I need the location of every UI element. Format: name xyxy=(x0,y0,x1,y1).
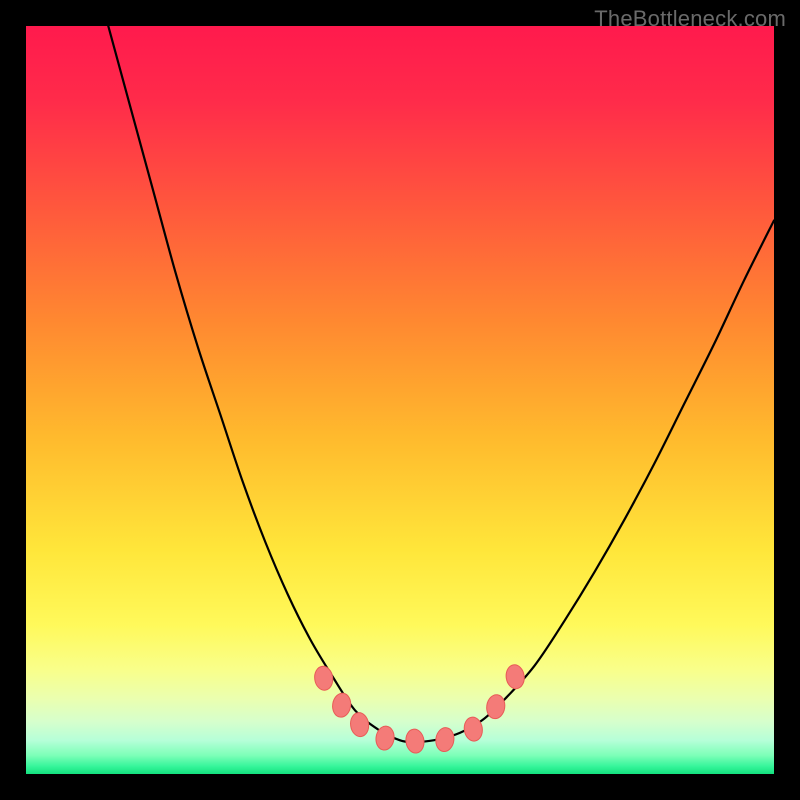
chart-stage: TheBottleneck.com xyxy=(0,0,800,800)
background-gradient xyxy=(26,26,774,774)
plot-area xyxy=(26,26,774,774)
watermark-text: TheBottleneck.com xyxy=(594,6,786,32)
